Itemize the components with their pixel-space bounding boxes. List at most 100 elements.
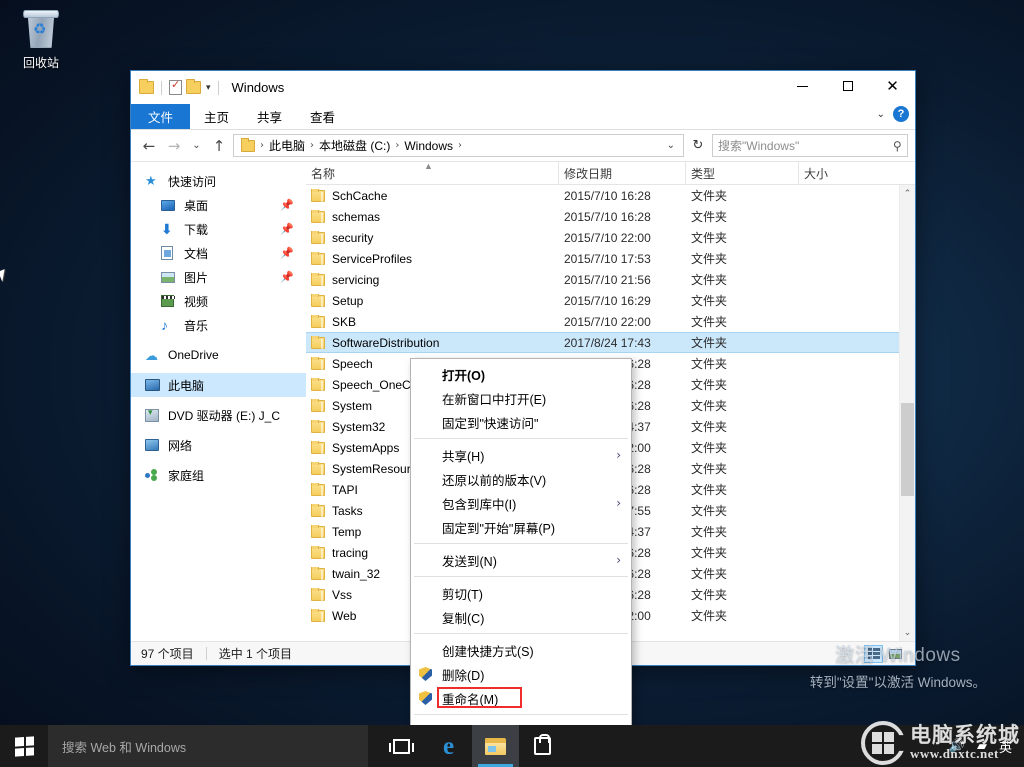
breadcrumb-item-local-disk[interactable]: 本地磁盘 (C:) [316, 137, 393, 154]
start-button[interactable] [0, 725, 48, 767]
menu-item[interactable]: 固定到"开始"屏幕(P) [411, 515, 631, 539]
menu-item[interactable]: 包含到库中(I) › [411, 491, 631, 515]
network-tray-icon[interactable]: ▰ [977, 739, 987, 754]
column-header-size[interactable]: 大小 [799, 162, 874, 185]
edge-button[interactable]: e [425, 725, 472, 767]
close-button[interactable]: ✕ [870, 71, 915, 101]
table-row[interactable]: schemas 2015/7/10 16:28 文件夹 [306, 206, 915, 227]
menu-item[interactable]: 共享(H) › [411, 443, 631, 467]
table-row[interactable]: security 2015/7/10 22:00 文件夹 [306, 227, 915, 248]
task-view-button[interactable] [378, 725, 425, 767]
table-row[interactable]: servicing 2015/7/10 21:56 文件夹 [306, 269, 915, 290]
folder-icon [311, 251, 325, 265]
pin-icon[interactable]: 📌 [280, 247, 294, 260]
sidebar-item-dvd-drive[interactable]: DVD 驱动器 (E:) J_C [131, 403, 306, 427]
breadcrumb-item-this-pc[interactable]: 此电脑 [266, 137, 308, 154]
menu-item[interactable]: 固定到"快速访问" [411, 410, 631, 434]
sidebar-item-desktop[interactable]: 桌面 📌 [131, 193, 306, 217]
sidebar-item-network[interactable]: 网络 [131, 433, 306, 457]
expand-ribbon-icon[interactable]: ⌄ [877, 109, 885, 120]
sidebar-item-this-pc[interactable]: 此电脑 [131, 373, 306, 397]
menu-item[interactable]: 删除(D) [411, 662, 631, 686]
window-controls[interactable]: ✕ [780, 71, 915, 101]
desktop[interactable]: ♻ 回收站 ▾ Windows ✕ 文件 主页 [0, 0, 1024, 767]
new-folder-icon[interactable] [186, 79, 201, 94]
file-explorer-button[interactable] [472, 725, 519, 767]
scroll-up-button[interactable]: ⌃ [900, 185, 915, 202]
tab-home[interactable]: 主页 [190, 104, 243, 129]
up-button[interactable]: ↑ [208, 135, 230, 157]
forward-button[interactable]: → [163, 135, 185, 157]
table-row[interactable]: SKB 2015/7/10 22:00 文件夹 [306, 311, 915, 332]
pin-icon[interactable]: 📌 [280, 271, 294, 284]
speaker-icon[interactable]: 🔊 [949, 739, 965, 754]
column-header-type[interactable]: 类型 [686, 161, 799, 185]
sidebar-item-pictures[interactable]: 图片 📌 [131, 265, 306, 289]
minimize-button[interactable] [780, 71, 825, 101]
properties-icon[interactable] [169, 78, 182, 95]
breadcrumb[interactable]: › 此电脑 › 本地磁盘 (C:) › Windows › ⌄ [233, 134, 684, 157]
window-titlebar[interactable]: ▾ Windows ✕ [131, 71, 915, 104]
cell-type: 文件夹 [691, 294, 728, 308]
tab-file[interactable]: 文件 [131, 104, 191, 129]
pin-icon[interactable]: 📌 [280, 223, 294, 236]
context-menu[interactable]: 打开(O) 在新窗口中打开(E) 固定到"快速访问" 共享(H) › 还原以前的版本(V)… [410, 358, 632, 747]
task-view-icon [389, 738, 414, 754]
search-input[interactable]: 搜索"Windows" ⚲ [712, 134, 908, 157]
menu-item[interactable]: 还原以前的版本(V) [411, 467, 631, 491]
store-button[interactable] [519, 725, 566, 767]
shield-icon [419, 667, 432, 681]
navigation-pane[interactable]: ★ 快速访问 桌面 📌 ⬇ 下载 📌 文档 📌 图片 📌 视频 ♪ 音乐 ☁ O… [131, 162, 306, 641]
file-name-label: SchCache [332, 188, 388, 203]
breadcrumb-item-windows[interactable]: Windows [401, 139, 456, 153]
sidebar-item-videos[interactable]: 视频 [131, 289, 306, 313]
chevron-down-icon[interactable]: ▾ [206, 82, 211, 93]
sidebar-item-quick-access[interactable]: ★ 快速访问 [131, 169, 306, 193]
table-row[interactable]: Setup 2015/7/10 16:29 文件夹 [306, 290, 915, 311]
sidebar-item-documents[interactable]: 文档 📌 [131, 241, 306, 265]
menu-item[interactable]: 复制(C) [411, 605, 631, 629]
menu-item[interactable]: 剪切(T) [411, 581, 631, 605]
table-row[interactable]: SchCache 2015/7/10 16:28 文件夹 [306, 185, 915, 206]
sidebar-item-downloads[interactable]: ⬇ 下载 📌 [131, 217, 306, 241]
sidebar-item-onedrive[interactable]: ☁ OneDrive [131, 343, 306, 367]
table-row[interactable]: SoftwareDistribution 2017/8/24 17:43 文件夹 [306, 332, 915, 353]
maximize-button[interactable] [825, 71, 870, 101]
taskbar-search-input[interactable]: 搜索 Web 和 Windows [48, 725, 368, 767]
folder-icon[interactable] [139, 79, 154, 94]
table-row[interactable]: ServiceProfiles 2015/7/10 17:53 文件夹 [306, 248, 915, 269]
ribbon-tabs[interactable]: 文件 主页 共享 查看 ⌄ ? [131, 104, 915, 130]
scroll-down-button[interactable]: ⌄ [900, 624, 915, 641]
help-icon[interactable]: ? [893, 106, 909, 122]
cell-date: 2015/7/10 22:00 [564, 230, 651, 245]
folder-icon [311, 377, 325, 391]
desktop-icon-recycle-bin[interactable]: ♻ 回收站 [6, 6, 76, 71]
taskbar[interactable]: 搜索 Web 和 Windows e 🔊 ▰ 英 [0, 725, 1024, 767]
column-header-date[interactable]: 修改日期 [559, 161, 686, 185]
menu-item[interactable]: 发送到(N) › [411, 548, 631, 572]
file-name-label: security [332, 230, 374, 245]
file-name-label: SoftwareDistribution [332, 335, 440, 350]
menu-item[interactable]: 创建快捷方式(S) [411, 638, 631, 662]
refresh-button[interactable]: ↻ [687, 138, 709, 153]
back-button[interactable]: ← [138, 135, 160, 157]
tab-share[interactable]: 共享 [243, 104, 296, 129]
quick-access-toolbar[interactable]: ▾ [131, 78, 222, 95]
recent-locations-icon[interactable]: ⌄ [188, 135, 205, 157]
menu-item[interactable]: 在新窗口中打开(E) [411, 386, 631, 410]
address-bar[interactable]: ← → ⌄ ↑ › 此电脑 › 本地磁盘 (C:) › Windows › ⌄ … [131, 130, 915, 161]
system-tray[interactable]: 🔊 ▰ 英 [949, 725, 1024, 767]
vertical-scrollbar[interactable]: ⌃ ⌄ [899, 185, 915, 641]
folder-icon [311, 293, 325, 307]
sidebar-item-music[interactable]: ♪ 音乐 [131, 313, 306, 337]
sidebar-item-homegroup[interactable]: 家庭组 [131, 463, 306, 487]
scrollbar-thumb[interactable] [901, 403, 914, 496]
menu-item[interactable]: 重命名(M) [411, 686, 631, 710]
chevron-down-icon[interactable]: ⌄ [664, 140, 680, 151]
search-icon[interactable]: ⚲ [893, 139, 902, 153]
column-headers[interactable]: ▲ 名称 修改日期 类型 大小 [306, 161, 915, 185]
ime-indicator[interactable]: 英 [999, 737, 1012, 756]
tab-view[interactable]: 查看 [296, 104, 349, 129]
menu-item[interactable]: 打开(O) [411, 362, 631, 386]
pin-icon[interactable]: 📌 [280, 199, 294, 212]
